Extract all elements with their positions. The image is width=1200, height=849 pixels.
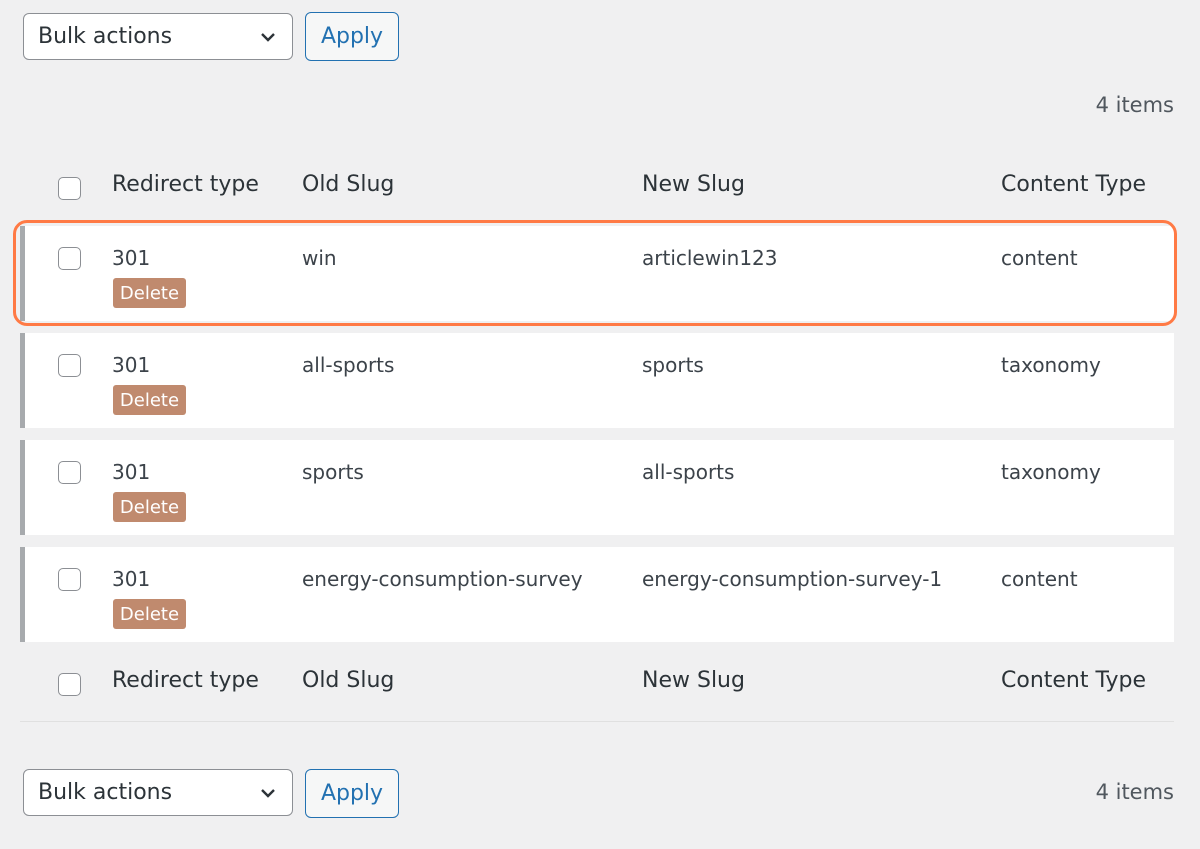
table-row: 301 Delete energy-consumption-survey ene… (20, 547, 1174, 642)
table-row: 301 Delete sports all-sports taxonomy (20, 440, 1174, 535)
column-footer-redirect-type[interactable]: Redirect type (112, 668, 259, 693)
select-all-checkbox-footer[interactable] (58, 673, 81, 696)
redirects-table: Redirect type Old Slug New Slug Content … (20, 150, 1174, 725)
table-footer-row: Redirect type Old Slug New Slug Content … (20, 646, 1174, 722)
chevron-down-icon (261, 789, 275, 798)
column-footer-content-type[interactable]: Content Type (1001, 668, 1146, 693)
content-type-cell: content (1001, 567, 1078, 591)
items-count-top: 4 items (1095, 93, 1174, 117)
delete-button[interactable]: Delete (113, 278, 186, 308)
row-checkbox[interactable] (58, 354, 81, 377)
new-slug-cell: sports (642, 353, 704, 377)
old-slug-cell: energy-consumption-survey (302, 567, 583, 591)
content-type-cell: taxonomy (1001, 353, 1101, 377)
content-type-cell: taxonomy (1001, 460, 1101, 484)
apply-button-top[interactable]: Apply (305, 12, 399, 61)
chevron-down-icon (261, 33, 275, 42)
delete-button[interactable]: Delete (113, 492, 186, 522)
row-checkbox[interactable] (58, 568, 81, 591)
old-slug-cell: win (302, 246, 337, 270)
new-slug-cell: all-sports (642, 460, 735, 484)
column-footer-new-slug[interactable]: New Slug (642, 668, 745, 693)
table-row: 301 Delete win articlewin123 content (20, 226, 1174, 321)
column-footer-old-slug[interactable]: Old Slug (302, 668, 394, 693)
column-header-old-slug[interactable]: Old Slug (302, 172, 394, 197)
new-slug-cell: articlewin123 (642, 246, 778, 270)
bulk-actions-value: Bulk actions (38, 24, 173, 49)
items-count-bottom: 4 items (1095, 780, 1174, 804)
row-checkbox[interactable] (58, 247, 81, 270)
old-slug-cell: all-sports (302, 353, 395, 377)
column-header-content-type[interactable]: Content Type (1001, 172, 1146, 197)
bulk-actions-value: Bulk actions (38, 780, 173, 805)
apply-button-bottom[interactable]: Apply (305, 769, 399, 818)
column-header-new-slug[interactable]: New Slug (642, 172, 745, 197)
row-checkbox[interactable] (58, 461, 81, 484)
content-type-cell: content (1001, 246, 1078, 270)
table-header-row: Redirect type Old Slug New Slug Content … (20, 150, 1174, 225)
redirect-type-cell: 301 (112, 567, 151, 591)
select-all-checkbox[interactable] (58, 177, 81, 200)
redirect-type-cell: 301 (112, 460, 151, 484)
old-slug-cell: sports (302, 460, 364, 484)
redirect-type-cell: 301 (112, 353, 151, 377)
new-slug-cell: energy-consumption-survey-1 (642, 567, 943, 591)
bulk-actions-select-bottom[interactable]: Bulk actions (23, 769, 293, 816)
delete-button[interactable]: Delete (113, 599, 186, 629)
bulk-actions-select-top[interactable]: Bulk actions (23, 13, 293, 60)
column-header-redirect-type[interactable]: Redirect type (112, 172, 259, 197)
table-row: 301 Delete all-sports sports taxonomy (20, 333, 1174, 428)
delete-button[interactable]: Delete (113, 385, 186, 415)
redirect-type-cell: 301 (112, 246, 151, 270)
